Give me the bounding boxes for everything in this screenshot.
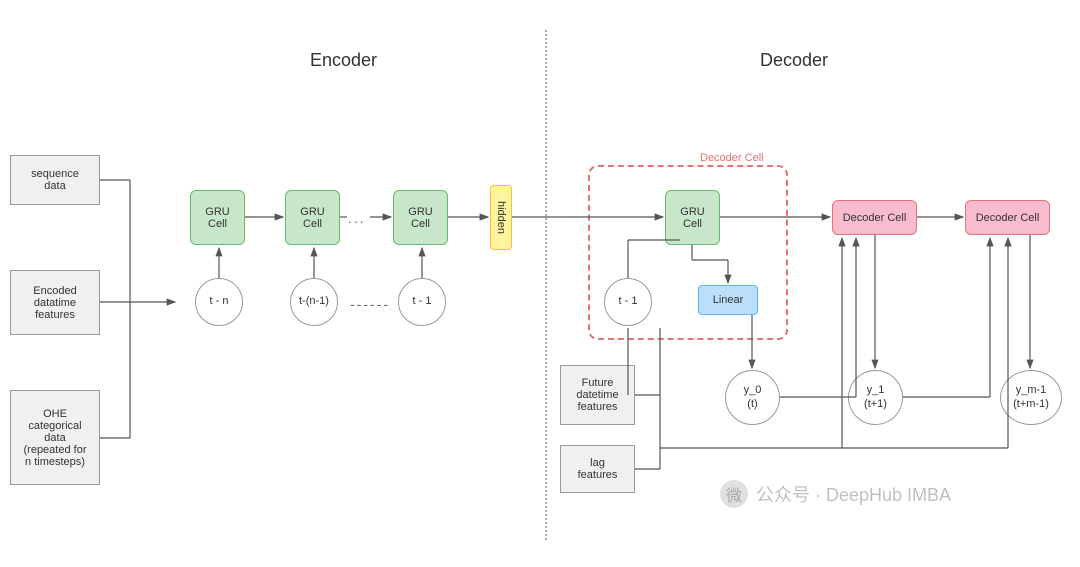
encoder-input-datetime-features: Encoded datatime features (10, 270, 100, 335)
encoder-title: Encoder (310, 50, 377, 71)
encoder-gru-cell-2: GRU Cell (285, 190, 340, 245)
watermark-text: 公众号 · DeepHub IMBA (756, 481, 951, 507)
decoder-cell-m: Decoder Cell (965, 200, 1050, 235)
decoder-cell-2: Decoder Cell (832, 200, 917, 235)
encoder-gru-cell-1: GRU Cell (190, 190, 245, 245)
decoder-output-ym: y_m-1 (t+m-1) (1000, 370, 1062, 425)
encoder-gru-ellipsis: ... (348, 210, 366, 226)
encoder-timestep-t-n: t - n (195, 278, 243, 326)
decoder-linear-layer: Linear (698, 285, 758, 315)
encoder-decoder-divider (545, 30, 547, 540)
decoder-input-lag-features: lag features (560, 445, 635, 493)
decoder-output-y0: y_0 (t) (725, 370, 780, 425)
decoder-input-t-1: t - 1 (604, 278, 652, 326)
hidden-state: hidden (490, 185, 512, 250)
watermark: 微 公众号 · DeepHub IMBA (720, 480, 951, 508)
decoder-output-y1: y_1 (t+1) (848, 370, 903, 425)
decoder-gru-cell: GRU Cell (665, 190, 720, 245)
decoder-title: Decoder (760, 50, 828, 71)
encoder-timestep-t-1: t - 1 (398, 278, 446, 326)
wechat-icon: 微 (720, 480, 748, 508)
decoder-cell-outline-label: Decoder Cell (700, 152, 764, 164)
encoder-gru-cell-n: GRU Cell (393, 190, 448, 245)
encoder-timestep-t-n-1: t-(n-1) (290, 278, 338, 326)
decoder-input-future-datetime: Future datetime features (560, 365, 635, 425)
encoder-input-sequence-data: sequence data (10, 155, 100, 205)
encoder-input-categorical-data: OHE categorical data (repeated for n tim… (10, 390, 100, 485)
encoder-timestep-dots: ------ (350, 296, 390, 312)
